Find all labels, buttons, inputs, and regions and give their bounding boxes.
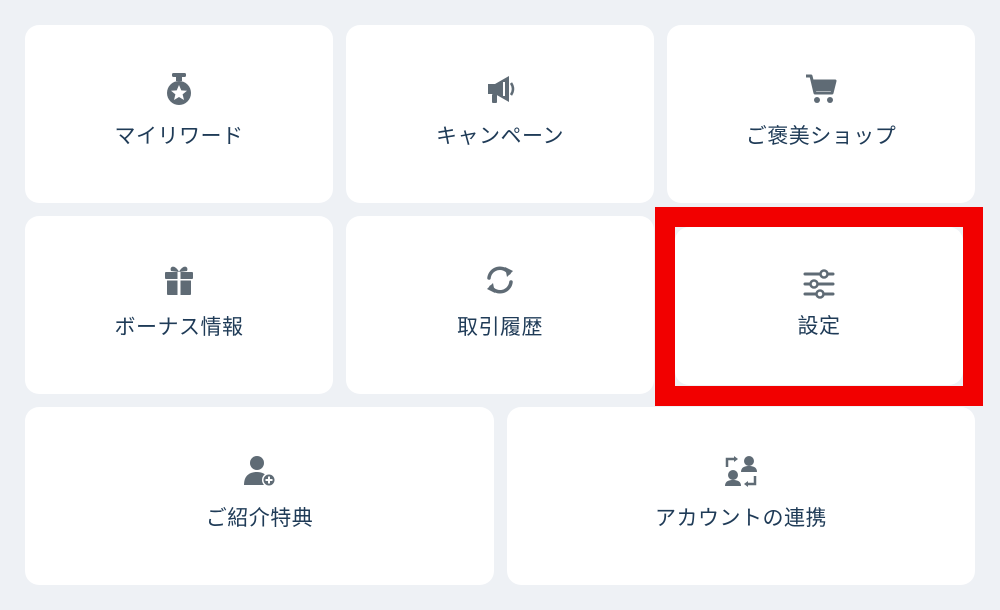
shopping-cart-icon xyxy=(803,71,839,107)
menu-tile-transaction-history[interactable]: 取引履歴 xyxy=(346,216,654,394)
menu-label-transaction-history: 取引履歴 xyxy=(457,315,543,340)
sliders-icon xyxy=(801,266,837,302)
menu-label-campaign: キャンペーン xyxy=(436,124,564,149)
menu-label-account-link: アカウントの連携 xyxy=(655,506,827,531)
menu-tile-campaign[interactable]: キャンペーン xyxy=(346,25,654,203)
menu-label-my-rewards: マイリワード xyxy=(114,124,244,149)
menu-label-referral-bonus: ご紹介特典 xyxy=(205,506,314,531)
gift-icon xyxy=(161,262,197,298)
menu-tile-my-rewards[interactable]: マイリワード xyxy=(25,25,333,203)
menu-tile-settings[interactable]: 設定 xyxy=(675,227,963,385)
menu-label-bonus-info: ボーナス情報 xyxy=(114,315,244,340)
menu-tile-referral-bonus[interactable]: ご紹介特典 xyxy=(25,407,494,585)
menu-tile-bonus-info[interactable]: ボーナス情報 xyxy=(25,216,333,394)
megaphone-icon xyxy=(482,71,518,107)
add-user-icon xyxy=(242,453,278,489)
refresh-icon xyxy=(482,262,518,298)
reward-medal-icon xyxy=(161,71,197,107)
menu-tile-reward-shop[interactable]: ご褒美ショップ xyxy=(667,25,975,203)
menu-label-settings: 設定 xyxy=(797,313,841,338)
switch-account-icon xyxy=(723,453,759,489)
menu-tile-account-link[interactable]: アカウントの連携 xyxy=(507,407,975,585)
menu-label-reward-shop: ご褒美ショップ xyxy=(745,124,897,149)
